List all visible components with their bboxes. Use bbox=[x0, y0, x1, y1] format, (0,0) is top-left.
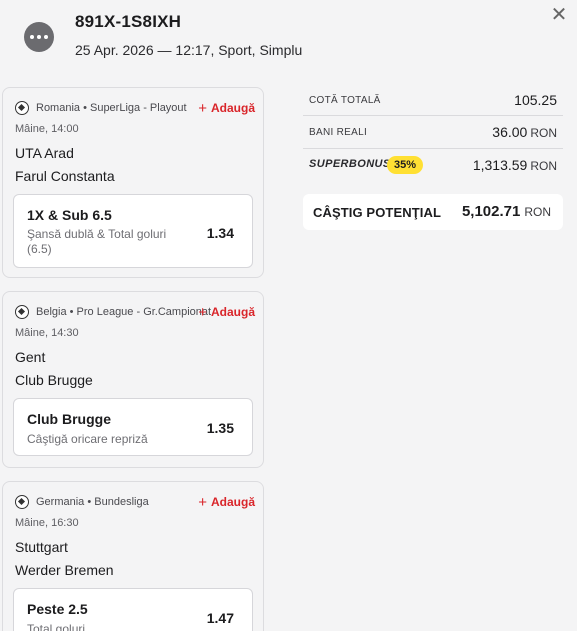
bet-odd: 1.34 bbox=[206, 225, 234, 241]
ticket-id: 891X-1S8IXH bbox=[75, 12, 182, 31]
home-team: Stuttgart bbox=[15, 539, 68, 555]
bet-name: Club Brugge bbox=[27, 411, 111, 427]
football-icon bbox=[15, 305, 29, 319]
potential-win-amount: 5,102.71 bbox=[461, 203, 521, 220]
away-team: Farul Constanta bbox=[15, 168, 115, 184]
plus-icon: + bbox=[198, 100, 207, 117]
superbonus-badge: 35% bbox=[387, 156, 424, 174]
event-time: Mâine, 16:30 bbox=[15, 517, 79, 529]
currency: RON bbox=[524, 205, 551, 219]
divider bbox=[303, 148, 563, 149]
selection-box[interactable]: 1X & Sub 6.5 Şansă dublă & Total goluri … bbox=[13, 194, 253, 268]
bet-odd: 1.47 bbox=[206, 610, 234, 626]
add-label: Adaugă bbox=[210, 305, 255, 319]
bet-odd: 1.35 bbox=[206, 420, 234, 436]
event-card: Romania • SuperLiga - Playout + Adaugă Mâ… bbox=[2, 87, 264, 278]
real-money-amount: 36.00 bbox=[492, 124, 528, 140]
selection-box[interactable]: Peste 2.5 Total goluri 1.47 bbox=[13, 588, 253, 631]
event-header: Belgia • Pro League - Gr.Campionat + Adau… bbox=[15, 304, 255, 321]
bet-description: Câştigă oricare repriză bbox=[27, 432, 148, 446]
home-team: Gent bbox=[15, 349, 46, 365]
currency: RON bbox=[530, 126, 557, 140]
potential-win-label: CÂŞTIG POTENŢIAL bbox=[313, 205, 441, 220]
bet-name: Peste 2.5 bbox=[27, 601, 88, 617]
league-name: Belgia • Pro League - Gr.Campionat bbox=[36, 306, 212, 318]
home-team: UTA Arad bbox=[15, 145, 74, 161]
bet-name: 1X & Sub 6.5 bbox=[27, 207, 112, 223]
superbonus-label: SUPERBONUS bbox=[309, 158, 391, 170]
football-icon bbox=[15, 101, 29, 115]
event-card: Germania • Bundesliga + Adaugă Mâine, 16:… bbox=[2, 481, 264, 631]
event-card: Belgia • Pro League - Gr.Campionat + Adau… bbox=[2, 291, 264, 468]
event-header: Germania • Bundesliga + Adaugă bbox=[15, 494, 255, 511]
total-odds-row: COTĂ TOTALĂ 105.25 bbox=[303, 88, 563, 118]
more-dots-icon[interactable] bbox=[24, 22, 54, 52]
plus-icon: + bbox=[198, 494, 207, 511]
real-money-row: BANI REALI 36.00 RON bbox=[303, 119, 563, 149]
real-money-label: BANI REALI bbox=[309, 127, 368, 138]
potential-win-box: CÂŞTIG POTENŢIAL 5,102.71 RON bbox=[303, 194, 563, 230]
event-header: Romania • SuperLiga - Playout + Adaugă bbox=[15, 100, 255, 117]
total-odds-label: COTĂ TOTALĂ bbox=[309, 95, 381, 106]
ticket-meta: 25 Apr. 2026 — 12:17, Sport, Simplu bbox=[75, 42, 303, 58]
football-icon bbox=[15, 495, 29, 509]
add-label: Adaugă bbox=[210, 101, 255, 115]
close-icon[interactable]: ✕ bbox=[548, 4, 570, 26]
real-money-value: 36.00 RON bbox=[492, 124, 557, 140]
superbonus-value: 1,313.59 RON bbox=[473, 157, 557, 173]
league-name: Romania • SuperLiga - Playout bbox=[36, 102, 187, 114]
ticket-header: 891X-1S8IXH 25 Apr. 2026 — 12:17, Sport,… bbox=[0, 0, 577, 86]
superbonus-amount: 1,313.59 bbox=[472, 157, 528, 173]
superbonus-row: SUPERBONUS 35% 1,313.59 RON bbox=[303, 150, 563, 180]
event-time: Mâine, 14:00 bbox=[15, 123, 79, 135]
event-time: Mâine, 14:30 bbox=[15, 327, 79, 339]
away-team: Club Brugge bbox=[15, 372, 93, 388]
add-label: Adaugă bbox=[210, 495, 255, 509]
league-name: Germania • Bundesliga bbox=[36, 496, 149, 508]
bet-description: Total goluri bbox=[27, 622, 86, 631]
add-button[interactable]: + Adaugă bbox=[198, 100, 255, 117]
currency: RON bbox=[530, 159, 557, 173]
total-odds-value: 105.25 bbox=[514, 92, 557, 108]
add-button[interactable]: + Adaugă bbox=[198, 494, 255, 511]
add-button[interactable]: + Adaugă bbox=[198, 304, 255, 321]
divider bbox=[303, 115, 563, 116]
away-team: Werder Bremen bbox=[15, 562, 114, 578]
potential-win-value: 5,102.71 RON bbox=[462, 203, 551, 220]
plus-icon: + bbox=[198, 304, 207, 321]
bet-description: Şansă dublă & Total goluri (6.5) bbox=[27, 227, 167, 256]
selection-box[interactable]: Club Brugge Câştigă oricare repriză 1.35 bbox=[13, 398, 253, 456]
